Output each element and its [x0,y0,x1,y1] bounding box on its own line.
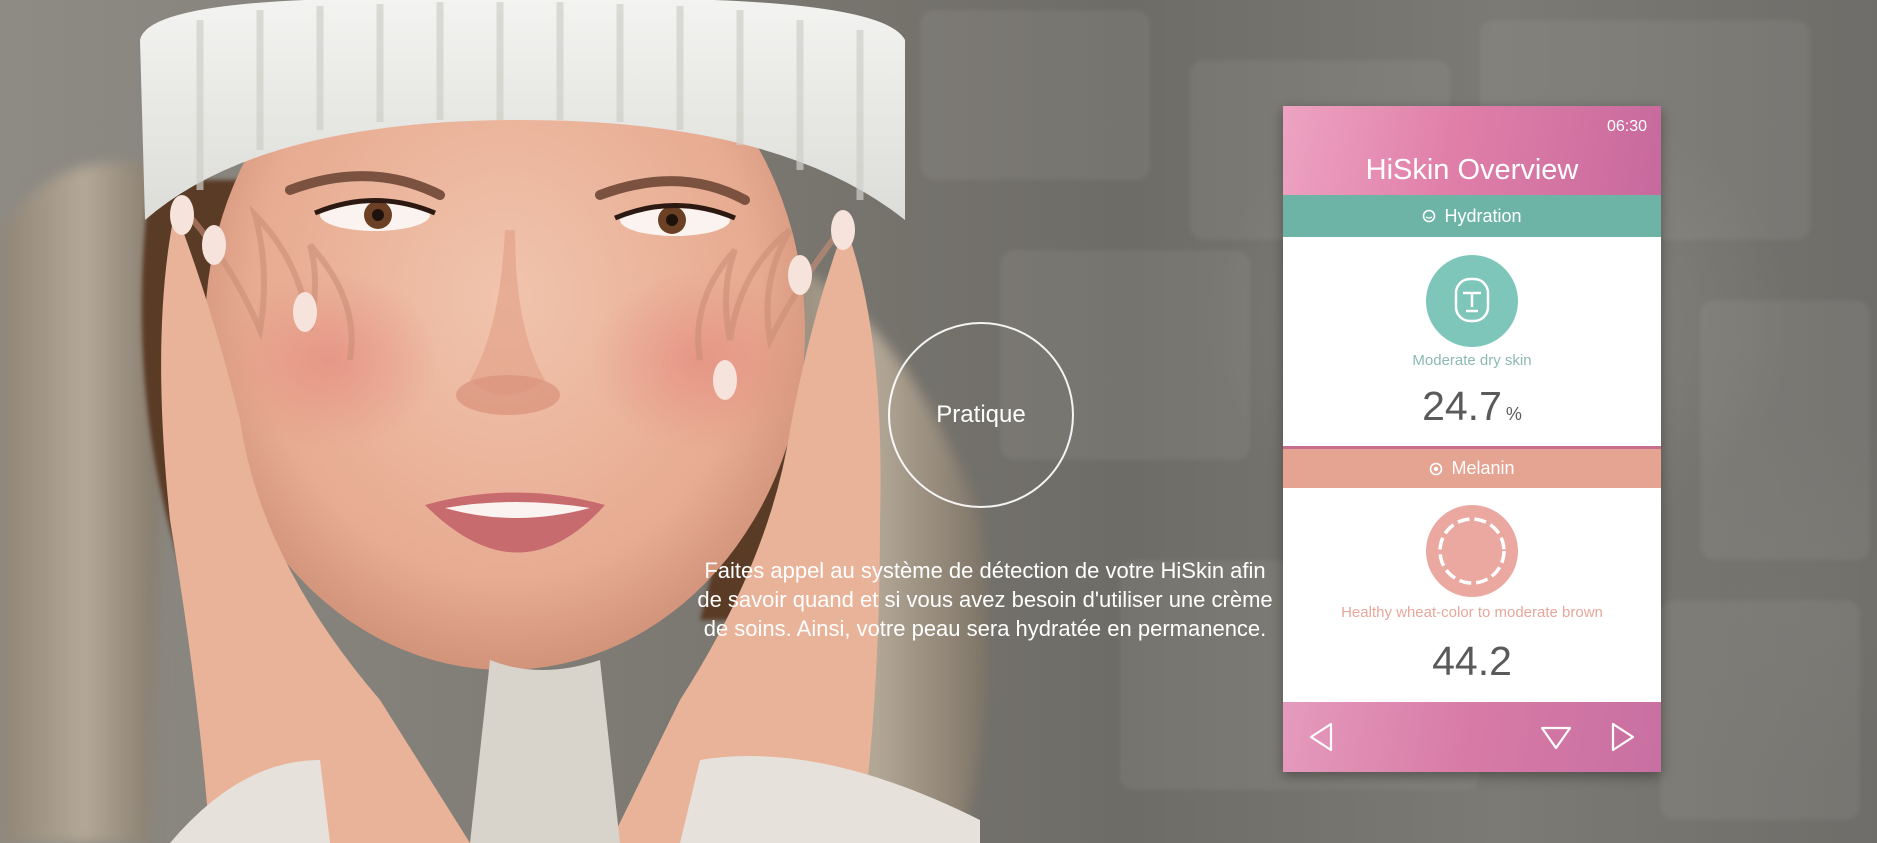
woman-portrait [0,0,987,843]
hydration-band[interactable]: Hydration [1283,195,1661,237]
status-time: 06:30 [1606,118,1647,135]
hydration-value-wrap: 24.7% [1283,383,1661,430]
melanin-band-label: Melanin [1451,458,1515,478]
melanin-band[interactable]: Melanin [1283,446,1661,488]
melanin-value: 44.2 [1432,638,1512,684]
app-title: HiSkin Overview [1365,154,1579,186]
feature-description: Faites appel au système de détection de … [697,558,1273,641]
pratique-label: Pratique [936,401,1026,428]
hydration-band-label: Hydration [1444,205,1522,226]
hydration-value: 24.7 [1422,383,1502,429]
melanin-status: Healthy wheat-color to moderate brown [1341,604,1603,621]
face-outline-icon [1423,209,1436,223]
phone-screen: 06:30 HiSkin Overview Hydration Moderate… [1283,106,1661,772]
hydration-face-icon [1426,255,1518,347]
phone-nav-bar [1283,702,1661,772]
hydration-status: Moderate dry skin [1412,352,1532,369]
prev-arrow-icon[interactable] [1305,720,1339,754]
down-arrow-icon[interactable] [1539,720,1573,754]
next-arrow-icon[interactable] [1605,720,1639,754]
dot-circle-icon [1430,462,1443,475]
hydration-unit: % [1505,404,1522,424]
wall-stone [1660,600,1860,820]
melanin-section: Healthy wheat-color to moderate brown 44… [1283,488,1661,702]
hydration-section: Moderate dry skin 24.7% [1283,237,1661,446]
melanin-ring-icon [1426,505,1518,597]
phone-header: 06:30 HiSkin Overview [1283,106,1661,195]
pratique-circle[interactable]: Pratique [888,322,1074,508]
wall-stone [1700,300,1870,560]
